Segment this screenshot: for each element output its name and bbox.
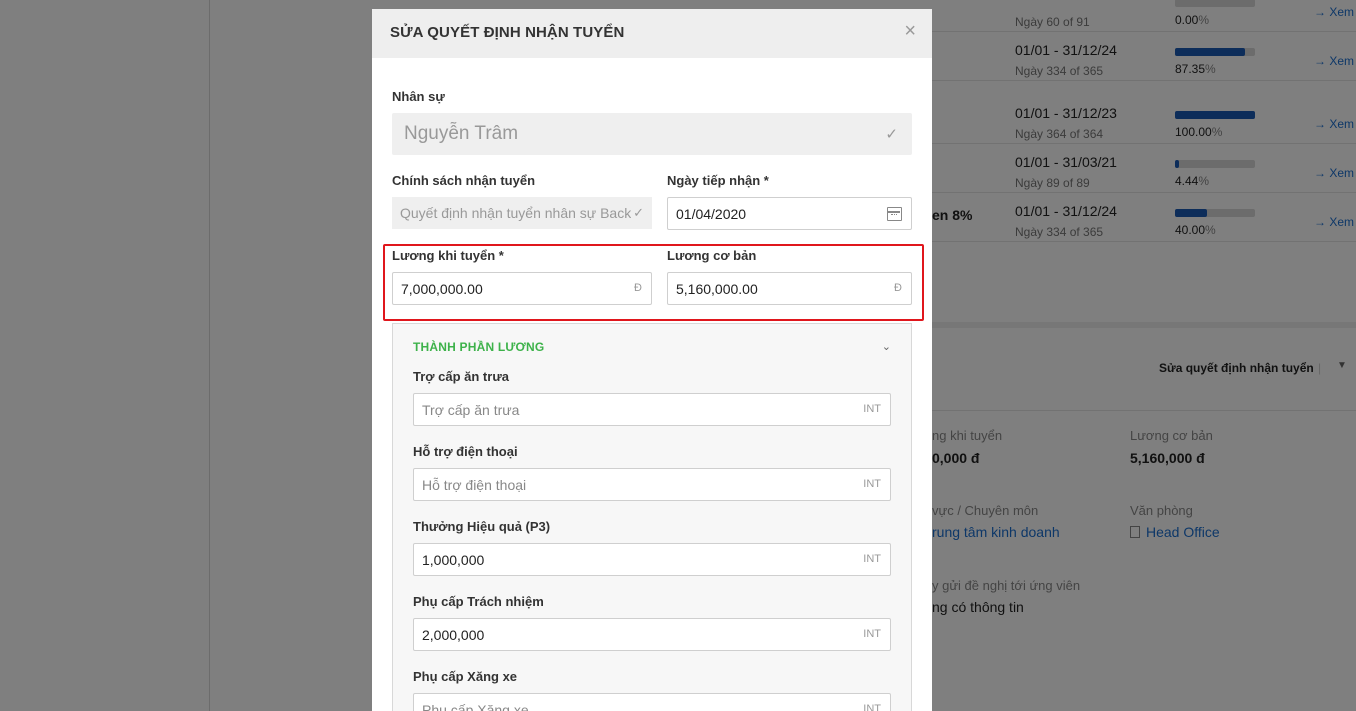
component-value: 2,000,000 xyxy=(422,627,485,643)
component-label: Thưởng Hiệu quả (P3) xyxy=(413,519,551,534)
section-title[interactable]: THÀNH PHẦN LƯƠNG xyxy=(413,340,544,354)
salary-components-section: THÀNH PHẦN LƯƠNG ⌄ Trợ cấp ăn trưa Trợ c… xyxy=(392,323,912,711)
employee-label: Nhân sự xyxy=(392,89,445,104)
component-suffix: INT xyxy=(863,553,881,565)
employee-value: Nguyễn Trâm xyxy=(404,123,519,144)
base-salary-value: 5,160,000.00 xyxy=(676,281,758,297)
component-label: Phụ cấp Xăng xe xyxy=(413,669,518,684)
modal-title: SỬA QUYẾT ĐỊNH NHẬN TUYỂN xyxy=(390,24,625,41)
receive-date-value: 01/04/2020 xyxy=(676,206,747,222)
receive-date-label: Ngày tiếp nhận * xyxy=(667,173,769,188)
responsibility-allowance-input[interactable]: 2,000,000 INT xyxy=(413,618,891,651)
lunch-allowance-input[interactable]: Trợ cấp ăn trưa INT xyxy=(413,393,891,426)
component-suffix: INT xyxy=(863,628,881,640)
hire-salary-value: 7,000,000.00 xyxy=(401,281,483,297)
policy-placeholder: Quyết định nhận tuyển nhân sự Back xyxy=(400,205,632,221)
performance-bonus-input[interactable]: 1,000,000 INT xyxy=(413,543,891,576)
check-icon: ✓ xyxy=(631,205,644,221)
phone-allowance-input[interactable]: Hỗ trợ điện thoại INT xyxy=(413,468,891,501)
edit-hiring-decision-modal: SỬA QUYẾT ĐỊNH NHẬN TUYỂN × Nhân sự Nguy… xyxy=(372,9,932,711)
component-label: Hỗ trợ điện thoại xyxy=(413,444,518,459)
component-suffix: INT xyxy=(863,703,881,711)
currency-suffix: Đ xyxy=(634,282,642,294)
component-label: Trợ cấp ăn trưa xyxy=(413,369,509,384)
modal-header: SỬA QUYẾT ĐỊNH NHẬN TUYỂN × xyxy=(372,9,932,58)
currency-suffix: Đ xyxy=(894,282,902,294)
close-icon[interactable]: × xyxy=(904,21,916,41)
chevron-down-icon[interactable]: ⌄ xyxy=(882,340,891,353)
fuel-allowance-input[interactable]: Phụ cấp Xăng xe INT xyxy=(413,693,891,711)
base-salary-input[interactable]: 5,160,000.00 Đ xyxy=(667,272,912,305)
component-suffix: INT xyxy=(863,478,881,490)
employee-field[interactable]: Nguyễn Trâm ✓ xyxy=(392,113,912,155)
component-placeholder: Hỗ trợ điện thoại xyxy=(422,477,527,493)
component-label: Phụ cấp Trách nhiệm xyxy=(413,594,544,609)
hire-salary-input[interactable]: 7,000,000.00 Đ xyxy=(392,272,652,305)
policy-select[interactable]: Quyết định nhận tuyển nhân sự Back ✓ xyxy=(392,197,652,229)
hire-salary-label: Lương khi tuyển * xyxy=(392,248,504,263)
check-icon: ✓ xyxy=(885,126,898,143)
component-value: 1,000,000 xyxy=(422,552,485,568)
component-placeholder: Phụ cấp Xăng xe xyxy=(422,702,529,711)
component-suffix: INT xyxy=(863,403,881,415)
component-placeholder: Trợ cấp ăn trưa xyxy=(422,402,520,418)
calendar-icon[interactable] xyxy=(887,207,902,221)
policy-label: Chính sách nhận tuyển xyxy=(392,173,536,188)
base-salary-label: Lương cơ bản xyxy=(667,248,757,263)
receive-date-input[interactable]: 01/04/2020 xyxy=(667,197,912,230)
